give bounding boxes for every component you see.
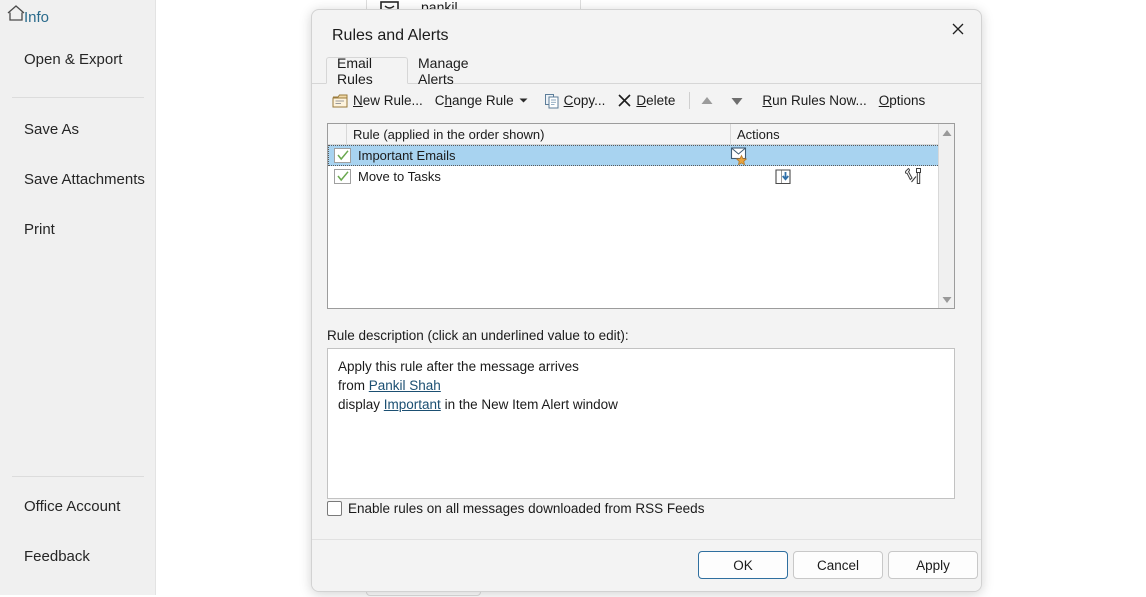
table-row[interactable]: Important Emails [328, 145, 955, 166]
toolbar-separator [689, 92, 690, 109]
sidebar-item-office-account[interactable]: Office Account [0, 489, 156, 523]
sidebar-item-label: Open & Export [24, 51, 122, 68]
description-link-display[interactable]: Important [384, 397, 441, 412]
sidebar-item-save-attachments[interactable]: Save Attachments [0, 162, 156, 196]
sidebar-divider-top [12, 97, 144, 98]
rules-list[interactable]: Rule (applied in the order shown) Action… [327, 123, 955, 309]
rss-rules-checkbox[interactable] [327, 501, 342, 516]
sidebar-item-print[interactable]: Print [0, 212, 156, 246]
table-row[interactable]: Move to Tasks [328, 166, 955, 187]
description-text: in the New Item Alert window [441, 397, 618, 412]
sidebar-item-save-as[interactable]: Save As [0, 112, 156, 146]
apply-button[interactable]: Apply [888, 551, 978, 579]
delete-button[interactable]: Delete [617, 88, 675, 114]
move-up-icon [700, 95, 714, 107]
copy-button[interactable]: Copy... [544, 88, 606, 114]
tools-wrench-icon [905, 167, 924, 186]
rule-name: Important Emails [358, 148, 456, 163]
tab-manage-alerts[interactable]: Manage Alerts [408, 57, 508, 84]
rule-name: Move to Tasks [358, 169, 441, 184]
cancel-button-label: Cancel [817, 558, 859, 573]
cancel-button[interactable]: Cancel [793, 551, 883, 579]
sidebar-item-label: Save As [24, 121, 79, 138]
sidebar-item-open-export[interactable]: Open & Export [0, 42, 156, 76]
description-line: from Pankil Shah [338, 376, 944, 395]
tab-label: Manage Alerts [418, 55, 498, 87]
description-link-from[interactable]: Pankil Shah [369, 378, 441, 393]
ok-button[interactable]: OK [698, 551, 788, 579]
rules-and-alerts-dialog: Rules and Alerts Email Rules Manage Aler… [311, 9, 982, 592]
description-text: display [338, 397, 384, 412]
copy-label: Copy... [564, 93, 606, 108]
move-down-button[interactable] [730, 88, 748, 114]
move-up-button[interactable] [700, 88, 718, 114]
dialog-tabstrip: Email Rules Manage Alerts [312, 57, 982, 84]
options-button[interactable]: Options [879, 88, 926, 114]
new-rule-label: New Rule... [353, 93, 423, 108]
rule-enabled-checkbox[interactable] [334, 148, 351, 163]
apply-button-label: Apply [916, 558, 950, 573]
new-rule-icon [332, 93, 349, 109]
description-line: display Important in the New Item Alert … [338, 395, 944, 414]
rule-enabled-checkbox[interactable] [334, 169, 351, 184]
rules-list-scrollbar[interactable] [938, 124, 954, 308]
run-rules-now-label: Run Rules Now... [762, 93, 866, 108]
scroll-down-arrow-icon[interactable] [939, 291, 955, 308]
chevron-down-icon [519, 96, 528, 105]
options-label: Options [879, 93, 926, 108]
tab-label: Email Rules [337, 55, 397, 87]
description-line: Apply this rule after the message arrive… [338, 357, 944, 376]
description-text: Apply this rule after the message arrive… [338, 359, 579, 374]
dialog-title: Rules and Alerts [332, 27, 449, 45]
sidebar-item-info[interactable]: Info [0, 0, 156, 34]
new-rule-button[interactable]: New Rule... [332, 88, 423, 114]
app-root: Info Open & Export Save As Save Attachme… [0, 0, 1146, 597]
rules-list-header: Rule (applied in the order shown) Action… [328, 124, 955, 145]
alert-envelope-star-icon [730, 146, 750, 165]
sidebar-item-label: Info [24, 9, 49, 26]
delete-label: Delete [636, 93, 675, 108]
change-rule-button[interactable]: Change Rule [435, 88, 532, 114]
scroll-up-arrow-icon[interactable] [939, 124, 955, 141]
column-header-actions[interactable]: Actions [730, 124, 939, 145]
column-header-label: Actions [737, 127, 780, 142]
ok-button-label: OK [733, 558, 753, 573]
rules-toolbar: New Rule... Change Rule Copy... [312, 84, 982, 117]
delete-x-icon [617, 93, 632, 108]
rule-description-label: Rule description (click an underlined va… [327, 328, 629, 343]
description-text: from [338, 378, 369, 393]
close-icon[interactable] [935, 10, 981, 48]
sidebar-divider-bottom [12, 476, 144, 477]
sidebar-item-label: Office Account [24, 498, 120, 515]
copy-icon [544, 93, 560, 109]
rule-description-box[interactable]: Apply this rule after the message arrive… [327, 348, 955, 499]
sidebar-item-label: Print [24, 221, 55, 238]
change-rule-label: Change Rule [435, 93, 514, 108]
tab-email-rules[interactable]: Email Rules [326, 57, 408, 84]
rss-rules-checkbox-row[interactable]: Enable rules on all messages downloaded … [327, 501, 704, 516]
sidebar-item-label: Feedback [24, 548, 90, 565]
sidebar-item-label: Save Attachments [24, 171, 145, 188]
column-header-rule[interactable]: Rule (applied in the order shown) [346, 124, 730, 145]
move-to-folder-icon [774, 168, 792, 186]
run-rules-now-button[interactable]: Run Rules Now... [762, 88, 866, 114]
backstage-sidebar: Info Open & Export Save As Save Attachme… [0, 0, 156, 595]
dialog-footer: OK Cancel Apply [312, 539, 982, 591]
column-header-label: Rule (applied in the order shown) [353, 127, 545, 142]
sidebar-item-feedback[interactable]: Feedback [0, 539, 156, 573]
move-down-icon [730, 95, 744, 107]
rss-rules-checkbox-label: Enable rules on all messages downloaded … [348, 501, 704, 516]
